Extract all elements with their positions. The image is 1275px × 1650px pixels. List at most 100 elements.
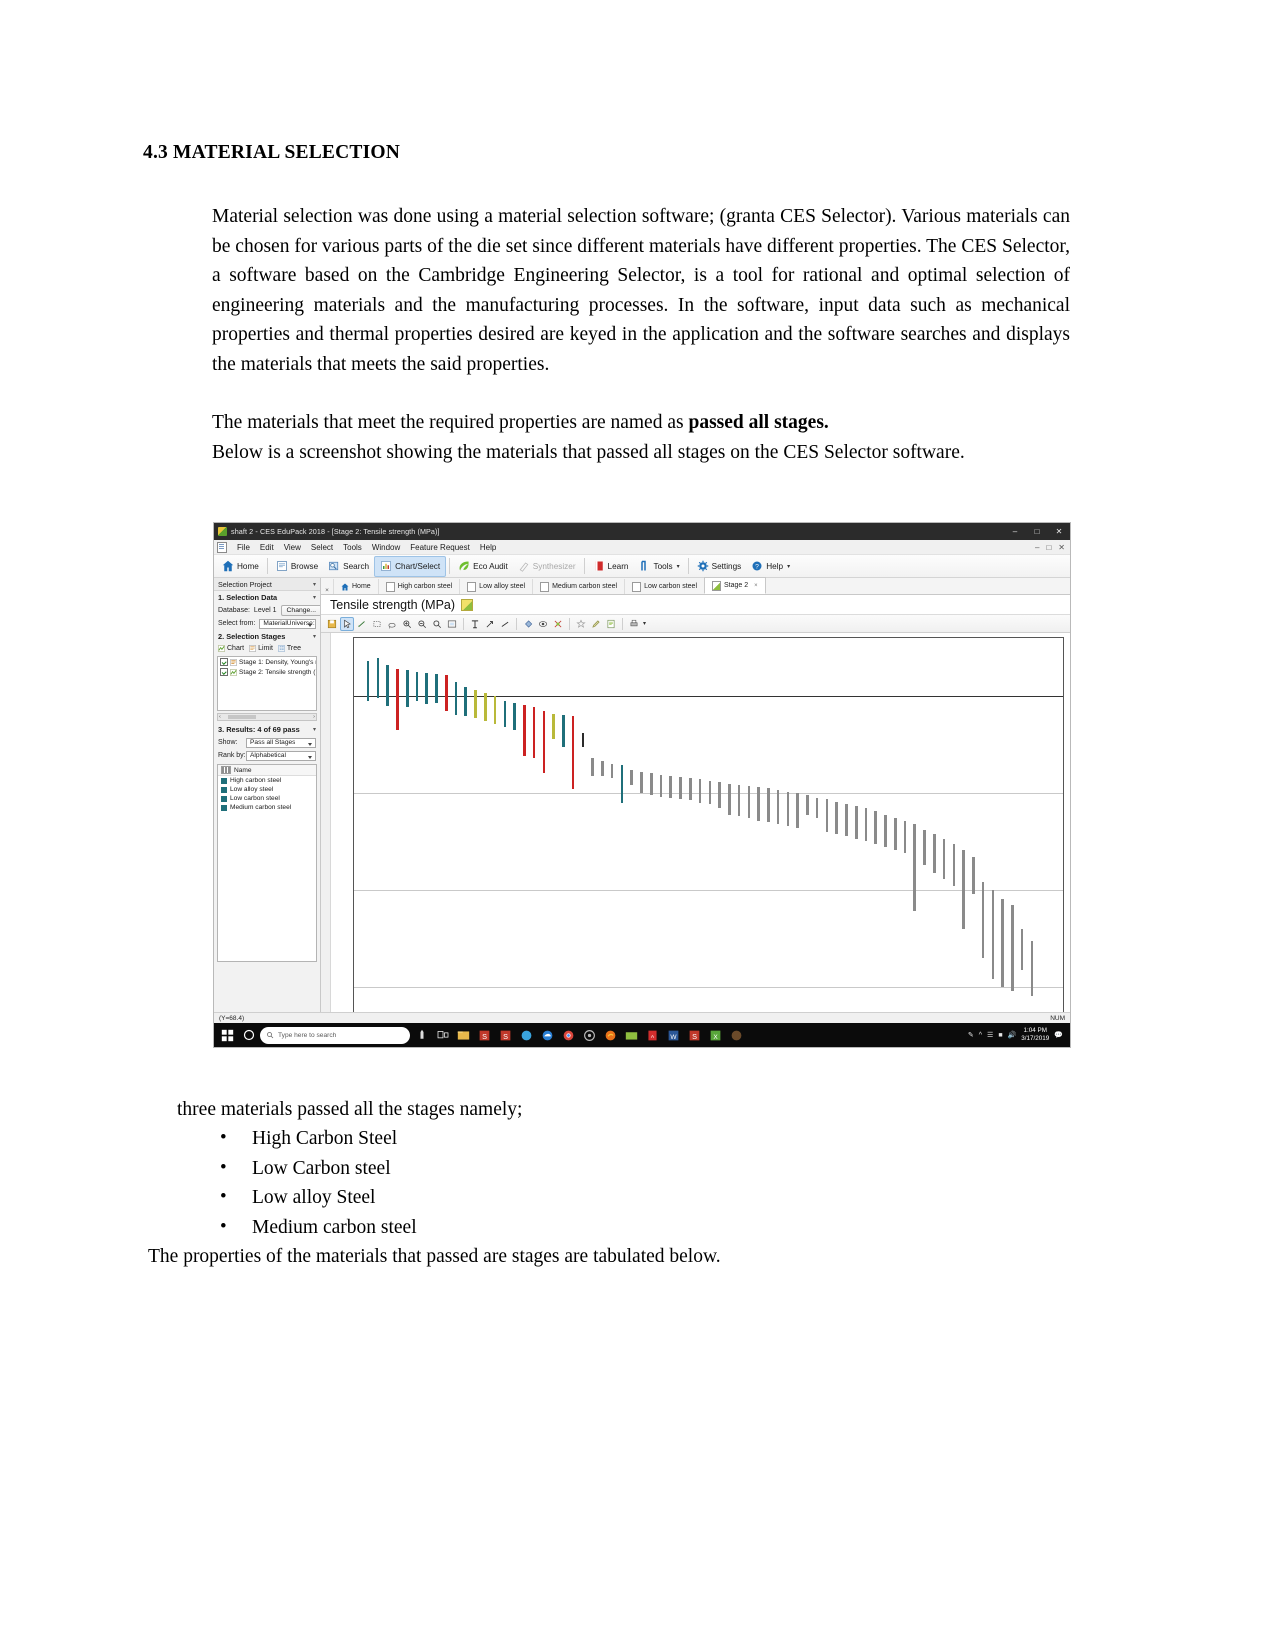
chart-bar[interactable] — [396, 669, 399, 730]
chart-bar[interactable] — [688, 777, 692, 801]
text-label-icon[interactable] — [468, 617, 482, 631]
edit-chart-icon[interactable] — [461, 598, 474, 611]
chart-bar[interactable] — [640, 772, 643, 794]
chart-bar[interactable] — [464, 686, 468, 717]
stage-1-checkbox[interactable] — [220, 658, 228, 666]
chart-bar[interactable] — [991, 890, 995, 980]
toolbar-search-button[interactable]: Search — [323, 556, 374, 577]
edge-icon[interactable] — [538, 1025, 557, 1045]
clock[interactable]: 1:04 PM 3/17/2019 — [1021, 1027, 1049, 1043]
chart-bar[interactable] — [1011, 905, 1014, 992]
stage-list-hscrollbar[interactable]: ‹ › — [217, 713, 317, 721]
chart-bar[interactable] — [659, 774, 663, 797]
chart-bar[interactable] — [649, 773, 653, 796]
chart-bar[interactable] — [767, 788, 770, 823]
skype-icon[interactable] — [517, 1025, 536, 1045]
network-icon[interactable]: ☰ — [987, 1031, 993, 1039]
chart-bar[interactable] — [962, 849, 965, 929]
chevron-up-icon[interactable]: ^ — [979, 1032, 982, 1039]
chart-bar[interactable] — [513, 703, 516, 730]
file-explorer-icon[interactable] — [454, 1025, 473, 1045]
stage-scroll-right-icon[interactable]: › — [312, 714, 316, 720]
chart-bar[interactable] — [1001, 899, 1004, 987]
new-limit-stage-button[interactable]: Limit — [249, 645, 273, 652]
word-icon[interactable]: S — [496, 1025, 515, 1045]
chart-bar[interactable] — [484, 693, 487, 721]
menu-view[interactable]: View — [279, 543, 306, 552]
chart-bar[interactable] — [884, 814, 887, 847]
chart-bar[interactable] — [874, 810, 878, 844]
chart-bar[interactable] — [942, 838, 946, 879]
word-doc-icon[interactable]: W — [664, 1025, 683, 1045]
chart-bar[interactable] — [620, 765, 624, 803]
tab-low-alloy-steel[interactable]: Low alloy steel — [459, 579, 532, 594]
search-input[interactable]: Type here to search — [260, 1026, 410, 1044]
rubber-band-icon[interactable] — [370, 617, 384, 631]
maximize-button[interactable]: □ — [1026, 523, 1048, 540]
chart-bar[interactable] — [737, 785, 741, 817]
save-chart-icon[interactable] — [325, 617, 339, 631]
stage-scroll-left-icon[interactable]: ‹ — [218, 714, 222, 720]
settings-chart-icon[interactable] — [551, 617, 565, 631]
zoom-reset-icon[interactable] — [430, 617, 444, 631]
panel-collapse-icon[interactable]: ▾ — [313, 581, 316, 588]
chart-bar[interactable] — [776, 789, 780, 824]
chart-bar[interactable] — [581, 732, 585, 747]
tab-low-carbon-steel[interactable]: Low carbon steel — [624, 579, 704, 594]
pointer-icon[interactable] — [340, 616, 354, 631]
chart-bar[interactable] — [728, 783, 731, 815]
chart-bar[interactable] — [444, 675, 448, 712]
toolbar-learn-button[interactable]: Learn — [588, 556, 634, 577]
mdi-minimize-button[interactable]: – — [1035, 543, 1039, 552]
chart-bar[interactable] — [669, 776, 673, 798]
task-view-icon[interactable] — [433, 1025, 452, 1045]
volume-icon[interactable]: 🔊 — [1008, 1031, 1017, 1039]
chart-vscrollbar[interactable] — [321, 633, 331, 1023]
chart-bar[interactable] — [893, 817, 897, 850]
battery-icon[interactable]: ■ — [998, 1032, 1002, 1039]
chart-bar[interactable] — [523, 704, 526, 757]
toolbar-chart-select-button[interactable]: Chart/Select — [374, 555, 447, 577]
chart-bar[interactable] — [972, 856, 975, 895]
mdi-restore-button[interactable]: □ — [1046, 543, 1051, 552]
note-icon[interactable] — [604, 617, 618, 631]
notification-icon[interactable]: 💬 — [1054, 1031, 1063, 1039]
tab-medium-carbon-steel[interactable]: Medium carbon steel — [532, 579, 624, 594]
pen-icon[interactable] — [412, 1025, 431, 1045]
chart-bar[interactable] — [454, 682, 458, 716]
tab-stage-2[interactable]: Stage 2 × — [704, 577, 766, 594]
pdf-icon[interactable]: A — [643, 1025, 662, 1045]
show-hide-icon[interactable] — [536, 617, 550, 631]
toolbar-settings-button[interactable]: Settings — [692, 556, 747, 577]
windows-start-icon[interactable] — [217, 1025, 237, 1045]
chart-bar[interactable] — [708, 780, 712, 804]
chart-bar[interactable] — [591, 758, 594, 777]
star-icon[interactable] — [574, 617, 588, 631]
fit-to-window-icon[interactable] — [445, 617, 459, 631]
store-icon[interactable]: S — [475, 1025, 494, 1045]
store2-icon[interactable]: S — [685, 1025, 704, 1045]
menu-select[interactable]: Select — [306, 543, 338, 552]
chart-bar[interactable] — [474, 690, 477, 718]
menu-help[interactable]: Help — [475, 543, 501, 552]
firefox-icon[interactable] — [601, 1025, 620, 1045]
arrow-annotation-icon[interactable] — [483, 617, 497, 631]
chart-bar[interactable] — [425, 672, 429, 705]
new-tree-stage-button[interactable]: Tree — [278, 645, 301, 652]
zoom-in-icon[interactable] — [400, 617, 414, 631]
chart-bar[interactable] — [923, 829, 926, 866]
list-item[interactable]: Medium carbon steel — [218, 803, 316, 812]
lasso-icon[interactable] — [385, 617, 399, 631]
chart-bar[interactable] — [806, 795, 809, 815]
section-2-collapse-icon[interactable]: ▾ — [313, 633, 316, 640]
chart-bar[interactable] — [718, 782, 721, 809]
chart-bar[interactable] — [932, 833, 936, 873]
chart-bar[interactable] — [854, 805, 858, 839]
menu-edit[interactable]: Edit — [255, 543, 279, 552]
minimize-button[interactable]: – — [1004, 523, 1026, 540]
chart-bar[interactable] — [435, 673, 438, 703]
print-icon[interactable] — [627, 617, 641, 631]
chart-bar[interactable] — [835, 801, 838, 834]
chart-bar[interactable] — [913, 824, 917, 912]
chart-bar[interactable] — [493, 696, 497, 724]
